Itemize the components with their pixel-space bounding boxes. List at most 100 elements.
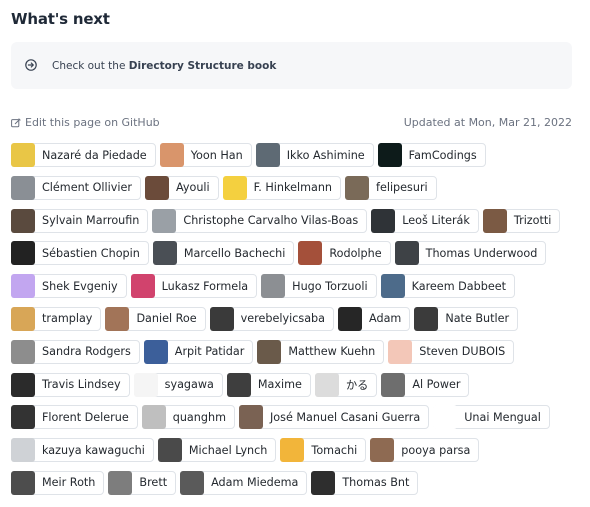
- avatar: [11, 143, 35, 167]
- avatar: [141, 405, 166, 430]
- contributor-name: Lukasz Formela: [161, 279, 249, 293]
- contributor-chip[interactable]: Thomas Underwood: [394, 241, 547, 266]
- avatar: [388, 339, 413, 364]
- contributor-chip[interactable]: Daniel Roe: [105, 306, 206, 331]
- edit-on-github-link[interactable]: Edit this page on GitHub: [11, 116, 160, 129]
- contributor-name: pooya parsa: [401, 443, 471, 457]
- contributor-chip[interactable]: Kareem Dabbeet: [380, 274, 515, 299]
- avatar: [298, 241, 323, 266]
- contributors-row: Shek Evgeniy Lukasz Formela Hugo Torzuoli K…: [11, 274, 586, 300]
- avatar: [108, 470, 133, 495]
- contributors-row: Sylvain Marroufin Christophe Carvalho Vil…: [11, 208, 586, 235]
- contributor-chip[interactable]: Arpit Patidar: [143, 339, 254, 364]
- contributor-name: Michael Lynch: [188, 443, 268, 457]
- contributor-chip[interactable]: Matthew Kuehn: [257, 339, 385, 364]
- avatar: [311, 470, 336, 495]
- contributor-chip[interactable]: Michael Lynch: [157, 438, 277, 463]
- contributors-row: Florent Delerue quanghm José Manuel Casani…: [11, 405, 586, 431]
- contributor-chip[interactable]: syagawa: [133, 372, 223, 397]
- contributor-chip[interactable]: tramplay: [11, 306, 102, 331]
- contributor-name: felipesuri: [376, 181, 428, 195]
- contributor-chip[interactable]: verebelyicsaba: [209, 306, 335, 331]
- contributor-chip[interactable]: Yoon Han: [159, 143, 252, 167]
- contributor-name: FamCodings: [408, 148, 477, 162]
- contributor-chip[interactable]: Christophe Carvalho Vilas-Boas: [152, 208, 368, 233]
- contributor-chip[interactable]: Adam: [338, 306, 411, 331]
- whats-next-heading: What's next: [11, 10, 110, 28]
- avatar: [11, 438, 35, 463]
- contributor-name: Daniel Roe: [136, 312, 197, 326]
- avatar: [143, 339, 168, 364]
- contributor-name: Florent Delerue: [42, 410, 129, 424]
- contributor-chip[interactable]: Marcello Bachechi: [152, 241, 295, 266]
- contributor-name: Ikko Ashimine: [286, 148, 365, 162]
- contributor-chip[interactable]: Tomachi: [280, 438, 367, 463]
- contributor-chip[interactable]: Nazaré da Piedade: [11, 143, 156, 167]
- contributor-name: Sébastien Chopin: [42, 246, 140, 260]
- contributor-chip[interactable]: Brett: [108, 470, 177, 495]
- contributor-chip[interactable]: Ikko Ashimine: [255, 143, 374, 167]
- contributor-chip[interactable]: Al Power: [381, 372, 470, 397]
- contributor-name: kazuya kawaguchi: [42, 443, 145, 457]
- contributor-chip[interactable]: かる: [314, 372, 378, 397]
- contributor-chip[interactable]: kazuya kawaguchi: [11, 438, 154, 463]
- avatar: [261, 274, 286, 299]
- contributor-chip[interactable]: Rodolphe: [298, 241, 391, 266]
- contributor-chip[interactable]: Shek Evgeniy: [11, 274, 127, 299]
- contributor-name: José Manuel Casani Guerra: [269, 410, 421, 424]
- contributor-chip[interactable]: pooya parsa: [370, 438, 480, 463]
- contributor-name: Thomas Underwood: [425, 246, 538, 260]
- contributor-name: Meir Roth: [42, 476, 96, 490]
- edit-on-github-label[interactable]: Edit this page on GitHub: [25, 116, 160, 129]
- avatar: [371, 208, 396, 233]
- next-page-text[interactable]: Check out the Directory Structure book: [52, 60, 276, 72]
- contributor-chip[interactable]: F. Hinkelmann: [222, 175, 342, 200]
- avatar: [11, 470, 35, 495]
- avatar: [11, 372, 35, 397]
- contributor-name: Christophe Carvalho Vilas-Boas: [183, 214, 359, 228]
- avatar: [159, 143, 184, 167]
- contributor-chip[interactable]: Sébastien Chopin: [11, 241, 149, 266]
- contributor-chip[interactable]: Unai Mengual: [433, 405, 550, 430]
- avatar: [226, 372, 251, 397]
- arrow-circle-right-icon: [25, 59, 37, 71]
- contributor-chip[interactable]: Maxime: [226, 372, 311, 397]
- contributors-row: Sébastien Chopin Marcello Bachechi Rodolph…: [11, 241, 586, 267]
- avatar: [257, 339, 282, 364]
- contributor-chip[interactable]: Meir Roth: [11, 470, 105, 495]
- contributor-chip[interactable]: Florent Delerue: [11, 405, 138, 430]
- contributor-chip[interactable]: felipesuri: [345, 175, 437, 200]
- avatar: [152, 208, 177, 233]
- contributor-chip[interactable]: Travis Lindsey: [11, 372, 130, 397]
- contributor-chip[interactable]: Sandra Rodgers: [11, 339, 140, 364]
- next-page-link[interactable]: Directory Structure book: [129, 60, 277, 72]
- contributor-chip[interactable]: quanghm: [141, 405, 235, 430]
- avatar: [105, 306, 130, 331]
- contributor-chip[interactable]: Nate Butler: [414, 306, 519, 331]
- contributor-chip[interactable]: Steven DUBOIS: [388, 339, 515, 364]
- contributor-chip[interactable]: José Manuel Casani Guerra: [238, 405, 430, 430]
- avatar: [130, 274, 155, 299]
- contributor-chip[interactable]: Thomas Bnt: [311, 470, 419, 495]
- contributor-chip[interactable]: Trizotti: [482, 208, 561, 233]
- contributor-chip[interactable]: Leoš Literák: [371, 208, 479, 233]
- contributors-row: kazuya kawaguchi Michael Lynch Tomachi pooy…: [11, 438, 586, 464]
- contributor-name: Sylvain Marroufin: [42, 214, 140, 228]
- contributor-name: Adam Miedema: [211, 476, 299, 490]
- contributor-chip[interactable]: Ayouli: [144, 175, 219, 200]
- contributor-name: quanghm: [172, 410, 226, 424]
- contributor-name: Sandra Rodgers: [42, 345, 131, 359]
- avatar: [222, 175, 247, 200]
- contributor-chip[interactable]: Hugo Torzuoli: [261, 274, 377, 299]
- contributors-row: Meir Roth Brett Adam Miedema Thomas Bnt: [11, 470, 586, 497]
- contributor-chip[interactable]: FamCodings: [377, 143, 486, 167]
- contributor-name: tramplay: [42, 312, 93, 326]
- contributor-chip[interactable]: Adam Miedema: [180, 470, 308, 495]
- contributor-name: Clément Ollivier: [42, 181, 132, 195]
- contributor-chip[interactable]: Clément Ollivier: [11, 175, 141, 200]
- contributor-chip[interactable]: Sylvain Marroufin: [11, 208, 149, 233]
- avatar: [433, 405, 458, 430]
- contributor-name: Al Power: [412, 378, 461, 392]
- contributor-chip[interactable]: Lukasz Formela: [130, 274, 258, 299]
- next-page-card[interactable]: Check out the Directory Structure book: [11, 42, 572, 89]
